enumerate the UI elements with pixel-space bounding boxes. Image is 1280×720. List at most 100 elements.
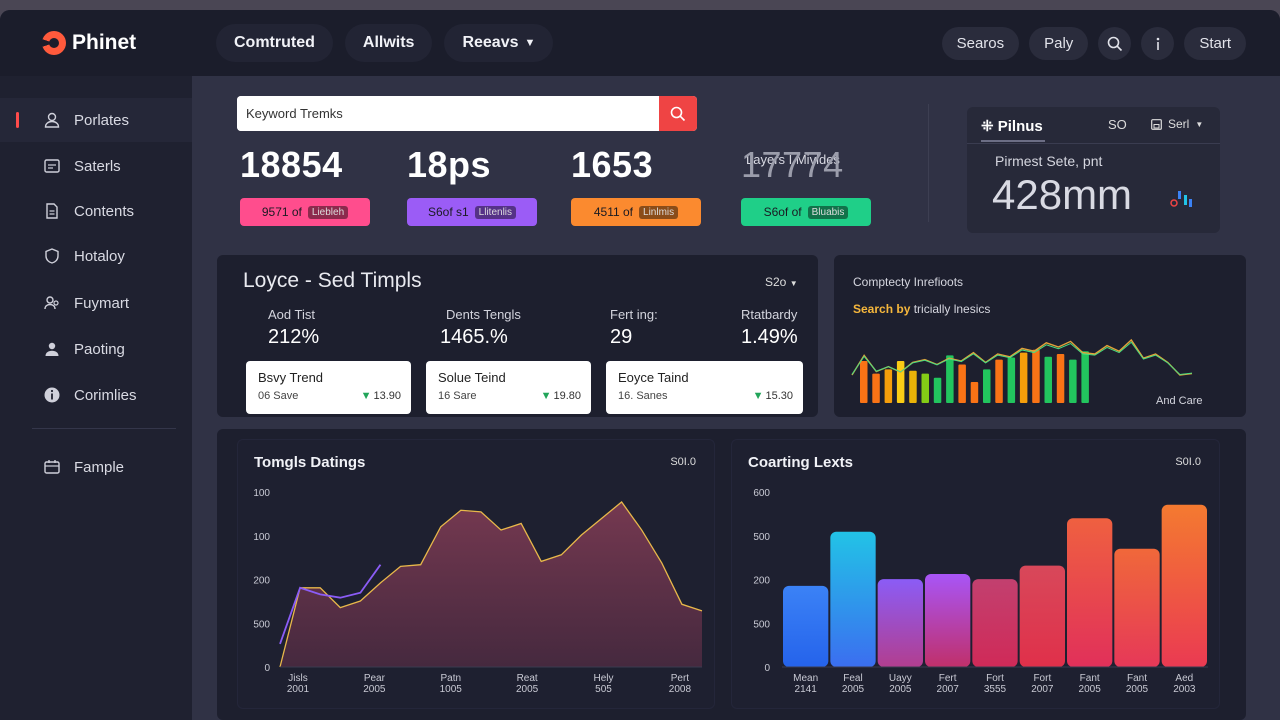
metric: Aod Tist 212% [268, 307, 319, 349]
dashboard-icon [42, 156, 62, 176]
y-tick-label: 100 [253, 488, 270, 499]
trend-card[interactable]: Solue Teind 16 Sare ▼ 19.80 [426, 361, 591, 414]
x-tick-label: Fort [1033, 673, 1051, 684]
chevron-down-icon: ▼ [524, 37, 536, 49]
sidebar-item-fample[interactable]: Fample [0, 445, 192, 489]
tab-label: Reeavs [462, 34, 519, 51]
trend-title: Eoyce Taind [618, 370, 689, 385]
stat-chip[interactable]: 9571 of Liebleh [240, 198, 370, 226]
trend-card[interactable]: Eoyce Taind 16. Sanes ▼ 15.30 [606, 361, 803, 414]
trend-card[interactable]: Bsvy Trend 06 Save ▼ 13.90 [246, 361, 411, 414]
sidebar-item-label: Corimlies [74, 386, 137, 404]
so-button[interactable]: SO [1108, 117, 1127, 132]
complexity-bar [946, 355, 954, 403]
complexity-bar [1019, 352, 1028, 403]
complexity-chart [851, 338, 1193, 403]
metric-label: Dents Tengls [446, 307, 521, 322]
chart-footer: And Care [1156, 395, 1203, 407]
sidebar-item-porlates[interactable]: Porlates [0, 98, 192, 142]
metric: Fert ing: 29 [610, 307, 658, 349]
x-tick-label: 1005 [440, 684, 463, 695]
bar [972, 579, 1018, 667]
play-button[interactable]: Paly [1029, 27, 1089, 60]
x-tick-label: Jisls [288, 673, 307, 684]
shield-icon [42, 246, 62, 266]
right-chart-card: Coarting Lexts S0I.0 600 500 200 500 0 Mean 21… [731, 439, 1220, 709]
x-tick-label: Uayy [889, 673, 912, 684]
info-icon [1156, 37, 1160, 50]
chart-dropdown[interactable]: S0I.0 [670, 456, 696, 468]
bar [830, 531, 876, 667]
sidebar-item-label: Porlates [74, 111, 130, 129]
y-tick-label: 500 [753, 619, 770, 630]
complexity-bar [872, 373, 880, 403]
grid-icon: ⁜ [981, 118, 994, 135]
subtitle-rest: tricially lnesics [913, 302, 991, 316]
save-icon [1151, 118, 1162, 130]
x-tick-label: 2005 [842, 684, 865, 695]
stat-card: 18854 9571 of Liebleh [240, 144, 390, 226]
sidebar-item-paoting[interactable]: Paoting [0, 327, 192, 371]
chip-label: S6of s1 [427, 205, 469, 219]
trend-title: Bsvy Trend [258, 370, 324, 385]
stat-chip[interactable]: S6of s1 Llitenlis [407, 198, 537, 226]
trend-delta-value: 13.90 [373, 390, 401, 402]
sidebar-item-contents[interactable]: Contents [0, 189, 192, 233]
subtitle-highlight: Search by [853, 302, 911, 316]
sidebar-item-fuymart[interactable]: Fuymart [0, 281, 192, 325]
chip-tag: Llitenlis [474, 205, 517, 219]
range-dropdown[interactable]: S2o ▼ [765, 275, 798, 289]
complexity-bar [1081, 351, 1089, 403]
bar [1019, 565, 1065, 667]
sidebar-item-saterls[interactable]: Saterls [0, 144, 192, 188]
sidebar-item-hotaloy[interactable]: Hotaloy [0, 234, 192, 278]
trend-sub: 16. Sanes [618, 390, 668, 402]
tab-label: Allwits [362, 34, 415, 51]
x-tick-label: 3555 [984, 684, 1007, 695]
search-icon-button[interactable] [1098, 27, 1132, 60]
sidebar-item-corimlies[interactable]: Corimlies [0, 373, 192, 417]
main-content: 18854 9571 of Liebleh 18ps S6of s1 Llite… [192, 76, 1280, 720]
chip-tag: Bluabis [807, 205, 849, 219]
sort-dropdown[interactable]: Serl ▼ [1151, 117, 1203, 131]
search-submit-button[interactable] [659, 96, 697, 131]
trend-delta: ▼ 15.30 [753, 390, 793, 402]
complexity-bar [1007, 357, 1016, 403]
x-tick-label: Fant [1080, 673, 1100, 684]
metric: Dents Tengls 1465.% [440, 307, 521, 349]
tab-allwits[interactable]: Allwits [344, 24, 433, 62]
pilnus-value: 428mm [992, 171, 1133, 218]
y-tick-label: 200 [253, 576, 270, 587]
x-tick-label: 2005 [363, 684, 386, 695]
card-title: Comptecty Inrefioots [853, 275, 964, 289]
y-tick-label: 600 [753, 488, 770, 499]
mini-chart-icon [1170, 191, 1192, 207]
start-button[interactable]: Start [1184, 27, 1246, 60]
stat-value: 1653 [571, 144, 654, 185]
vertical-divider [928, 104, 929, 222]
metric-value: 29 [610, 326, 633, 348]
bar [1114, 548, 1160, 667]
y-tick-label: 200 [753, 576, 770, 587]
tab-comtruted[interactable]: Comtruted [216, 24, 333, 62]
bar [925, 574, 971, 667]
more-options-button[interactable] [1141, 27, 1175, 60]
search-input[interactable] [237, 96, 659, 131]
stat-chip[interactable]: 4511 of Linlmis [571, 198, 701, 226]
pilnus-card: ⁜ Pilnus SO Serl ▼ Pirmest Sete, pnt 428… [967, 107, 1220, 233]
stat-card: 1653 4511 of Linlmis [571, 144, 721, 226]
app-logo[interactable]: Phinet [42, 31, 192, 55]
metric-value: 1465.% [440, 326, 508, 348]
x-tick-label: Mean [793, 673, 818, 684]
metric-label: Aod Tist [268, 307, 315, 322]
trend-delta-value: 15.30 [765, 390, 793, 402]
stat-chip[interactable]: S6of of Bluabis [741, 198, 871, 226]
info-circle-icon [42, 385, 62, 405]
x-tick-label: Aed [1175, 673, 1193, 684]
x-tick-label: Feal [843, 673, 862, 684]
chart-dropdown[interactable]: S0I.0 [1175, 456, 1201, 468]
bar [877, 579, 923, 667]
tab-reeavs[interactable]: Reeavs ▼ [444, 24, 554, 62]
search-button[interactable]: Searos [941, 27, 1020, 60]
x-tick-label: Fort [986, 673, 1004, 684]
